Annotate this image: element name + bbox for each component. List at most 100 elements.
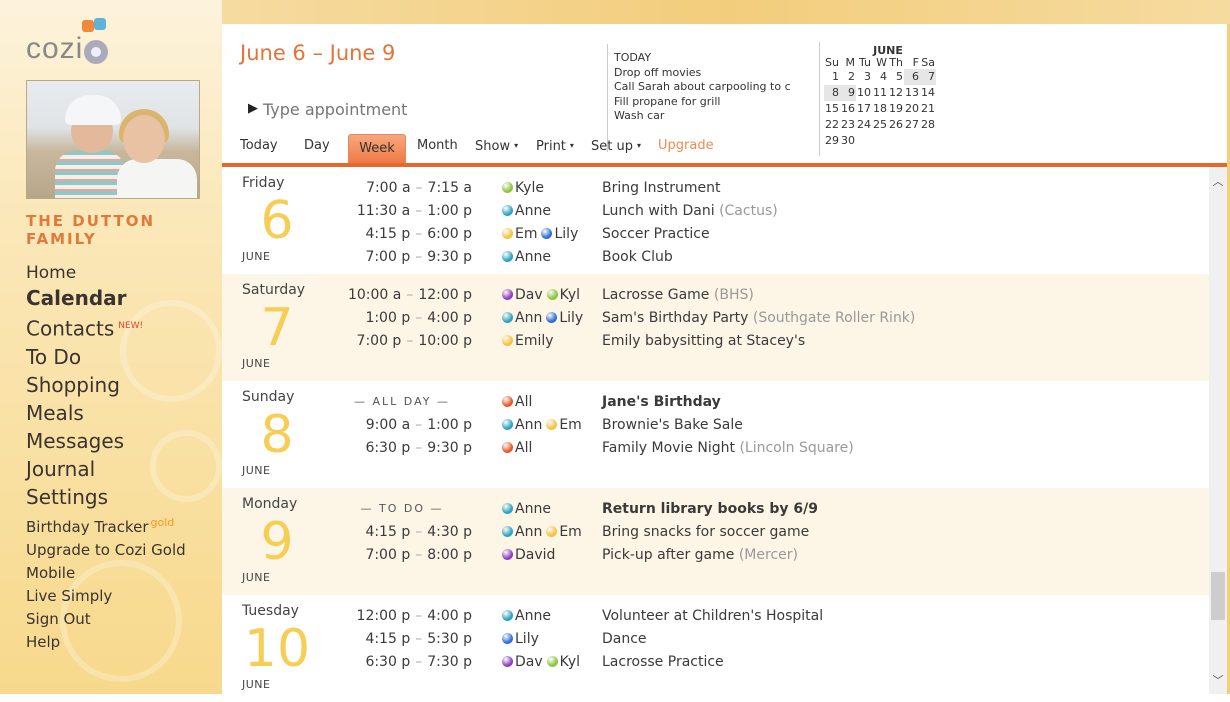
sidebar-item-contacts[interactable]: Contacts NEW!: [26, 312, 186, 343]
mini-calendar-day[interactable]: 8: [824, 85, 840, 101]
sidebar-item-sign-out[interactable]: Sign Out: [26, 608, 186, 631]
event-title: Dance: [602, 628, 647, 650]
event-title: Soccer Practice: [602, 223, 710, 245]
mini-calendar-day[interactable]: 22: [824, 117, 840, 133]
todo-item[interactable]: Wash car: [614, 109, 804, 124]
tab-month[interactable]: Month: [417, 132, 458, 163]
event-row[interactable]: 7:00 a –7:15 a Kyle Bring Instrument: [222, 177, 1209, 199]
mini-calendar-day[interactable]: 6: [904, 69, 920, 85]
day-section: Saturday 7 JUNE 10:00 a –12:00 p Dav Kyl Lacros…: [222, 274, 1209, 381]
time-separator: –: [415, 203, 423, 219]
tab-today[interactable]: Today: [240, 132, 278, 163]
sidebar-item-meals[interactable]: Meals: [26, 399, 186, 427]
cozi-logo[interactable]: cozi: [26, 18, 126, 66]
event-row[interactable]: 11:30 a –1:00 p Anne Lunch with Dani (Cactu…: [222, 200, 1209, 222]
sidebar-item-upgrade-gold[interactable]: Upgrade to Cozi Gold: [26, 539, 186, 562]
tab-week[interactable]: Week: [348, 134, 406, 166]
mini-calendar-day[interactable]: 16: [840, 101, 856, 117]
sidebar-item-live-simply[interactable]: Live Simply: [26, 585, 186, 608]
vertical-scrollbar[interactable]: ︿ ﹀: [1209, 167, 1227, 694]
event-row[interactable]: — TO DO — Anne Return library books by 6/9: [222, 498, 1209, 520]
setup-dropdown[interactable]: Set up ▾: [591, 132, 641, 163]
print-dropdown[interactable]: Print ▾: [536, 132, 574, 163]
event-title: Pick-up after game (Mercer): [602, 544, 798, 566]
event-row[interactable]: 4:15 p –4:30 p Ann Em Bring snacks for socce…: [222, 521, 1209, 543]
photo-figure: [117, 159, 197, 198]
event-title-text: Soccer Practice: [602, 226, 710, 242]
sidebar-item-help[interactable]: Help: [26, 631, 186, 654]
attendee-name: Anne: [515, 608, 551, 624]
mini-calendar-day[interactable]: 26: [888, 117, 904, 133]
mini-calendar-day[interactable]: 27: [904, 117, 920, 133]
scroll-up-icon[interactable]: ︿: [1209, 173, 1227, 189]
attendee: All: [502, 391, 532, 413]
mini-calendar-day[interactable]: 19: [888, 101, 904, 117]
mini-calendar-day[interactable]: 18: [872, 101, 888, 117]
mini-calendar-day[interactable]: 14: [920, 85, 936, 101]
event-row[interactable]: 7:00 p –8:00 p David Pick-up after game (Me…: [222, 544, 1209, 566]
sidebar-item-settings[interactable]: Settings: [26, 483, 186, 511]
mini-calendar-day[interactable]: 5: [888, 69, 904, 85]
sidebar-item-home[interactable]: Home: [26, 262, 186, 284]
mini-calendar-day[interactable]: 21: [920, 101, 936, 117]
event-row[interactable]: 1:00 p –4:00 p Ann Lily Sam's Birthday Party…: [222, 307, 1209, 329]
time-end: 6:00 p: [427, 226, 472, 242]
sidebar-item-journal[interactable]: Journal: [26, 455, 186, 483]
time-separator: –: [415, 631, 423, 647]
mini-calendar-day[interactable]: 24: [856, 117, 872, 133]
mini-calendar-day[interactable]: 10: [856, 85, 872, 101]
event-row[interactable]: 12:00 p –4:00 p Anne Volunteer at Children'…: [222, 605, 1209, 627]
todo-item[interactable]: Drop off movies: [614, 66, 804, 81]
sidebar-item-birthday-tracker[interactable]: Birthday Tracker gold: [26, 511, 186, 539]
upgrade-link[interactable]: Upgrade: [658, 132, 714, 163]
event-row[interactable]: 6:30 p –7:30 p Dav Kyl Lacrosse Practice: [222, 651, 1209, 673]
sidebar-item-todo[interactable]: To Do: [26, 343, 186, 371]
event-row[interactable]: 6:30 p –9:30 p All Family Movie Night (Linc…: [222, 437, 1209, 459]
mini-calendar-day[interactable]: 3: [856, 69, 872, 85]
person-color-dot-icon: [502, 419, 513, 430]
mini-calendar-day[interactable]: 9: [840, 85, 856, 101]
sidebar-item-label: Help: [26, 632, 61, 651]
mini-calendar-day[interactable]: 28: [920, 117, 936, 133]
scrollbar-thumb[interactable]: [1211, 572, 1225, 620]
todo-item[interactable]: Call Sarah about carpooling to c: [614, 80, 804, 95]
mini-calendar-day[interactable]: 15: [824, 101, 840, 117]
time-end: 4:30 p: [427, 524, 472, 540]
event-location: (BHS): [713, 287, 754, 303]
mini-calendar-day[interactable]: 25: [872, 117, 888, 133]
event-row[interactable]: 4:15 p –6:00 p Em Lily Soccer Practice: [222, 223, 1209, 245]
event-row[interactable]: 9:00 a –1:00 p Ann Em Brownie's Bake Sale: [222, 414, 1209, 436]
event-row[interactable]: 7:00 p –9:30 p Anne Book Club: [222, 246, 1209, 268]
mini-calendar-day[interactable]: 20: [904, 101, 920, 117]
tab-day[interactable]: Day: [304, 132, 330, 163]
sidebar-item-messages[interactable]: Messages: [26, 427, 186, 455]
mini-calendar-day[interactable]: 4: [872, 69, 888, 85]
family-photo[interactable]: [26, 80, 200, 199]
time-end: 7:30 p: [427, 654, 472, 670]
mini-calendar-day[interactable]: 13: [904, 85, 920, 101]
sidebar-item-shopping[interactable]: Shopping: [26, 371, 186, 399]
sidebar-item-calendar[interactable]: Calendar: [26, 284, 186, 312]
todo-item[interactable]: Fill propane for grill: [614, 95, 804, 110]
person-color-dot-icon: [502, 251, 513, 262]
appointment-input[interactable]: [248, 98, 413, 120]
mini-calendar-day[interactable]: 23: [840, 117, 856, 133]
event-title-text: Book Club: [602, 249, 673, 265]
mini-calendar-day[interactable]: 17: [856, 101, 872, 117]
sidebar-item-mobile[interactable]: Mobile: [26, 562, 186, 585]
tab-label: Print: [536, 139, 566, 154]
person-color-dot-icon: [502, 396, 513, 407]
event-row[interactable]: — ALL DAY — All Jane's Birthday: [222, 391, 1209, 413]
mini-calendar-day[interactable]: 12: [888, 85, 904, 101]
show-dropdown[interactable]: Show ▾: [475, 132, 518, 163]
mini-calendar-day[interactable]: 11: [872, 85, 888, 101]
mini-calendar-day[interactable]: 2: [840, 69, 856, 85]
sidebar-item-label: Shopping: [26, 372, 120, 397]
family-name: THE DUTTON FAMILY: [26, 212, 155, 248]
event-row[interactable]: 7:00 p –10:00 p Emily Emily babysitting at …: [222, 330, 1209, 352]
event-row[interactable]: 10:00 a –12:00 p Dav Kyl Lacrosse Game (BHS): [222, 284, 1209, 306]
mini-calendar-day[interactable]: 7: [920, 69, 936, 85]
event-row[interactable]: 4:15 p –5:30 p Lily Dance: [222, 628, 1209, 650]
scroll-down-icon[interactable]: ﹀: [1209, 672, 1227, 688]
mini-calendar-day[interactable]: 1: [824, 69, 840, 85]
